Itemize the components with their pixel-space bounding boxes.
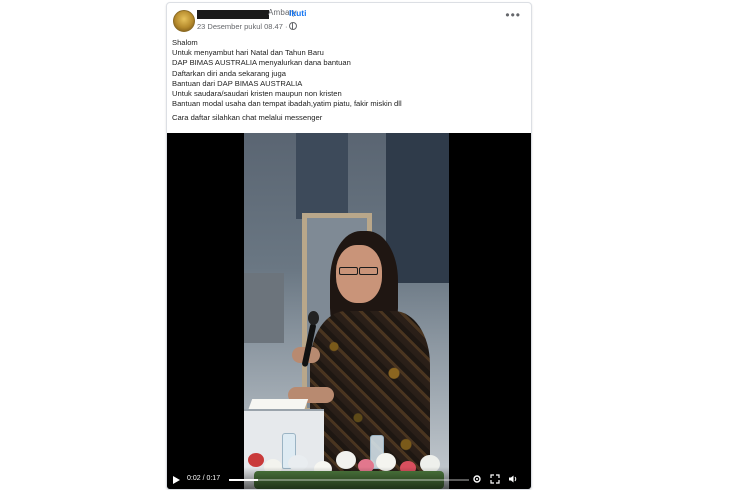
post-text-line: DAP BIMAS AUSTRALIA menyalurkan dana ban…: [172, 58, 351, 68]
post-timestamp[interactable]: 23 Desember pukul 08.47 ·: [197, 22, 298, 31]
video-time: 0:02 / 0:17: [187, 475, 221, 482]
post-text-line: Daftarkan diri anda sekarang juga: [172, 68, 286, 78]
fullscreen-icon[interactable]: [490, 474, 500, 484]
microphone-head: [308, 311, 319, 325]
video-frame: [244, 133, 449, 489]
wall-panel: [296, 133, 348, 219]
post-text-line: Untuk menyambut hari Natal dan Tahun Bar…: [172, 48, 324, 58]
glasses: [359, 267, 378, 275]
post-date-text[interactable]: 23 Desember pukul 08.47 ·: [197, 22, 287, 31]
post-text: Shalom Untuk menyambut hari Natal dan Ta…: [172, 38, 522, 124]
post-text-line: Untuk saudara/saudari kristen maupun non…: [172, 88, 342, 98]
post-header: Ambary Ikuti 23 Desember pukul 08.47 · •…: [167, 3, 531, 35]
author-name-redacted: [197, 10, 269, 19]
post-text-line: Shalom: [172, 38, 198, 47]
facebook-post-card: Ambary Ikuti 23 Desember pukul 08.47 · •…: [166, 2, 532, 490]
more-options-icon[interactable]: •••: [505, 9, 521, 21]
volume-icon[interactable]: [508, 474, 518, 484]
video-controls: 0:02 / 0:17: [167, 467, 531, 489]
video-progress-fill: [229, 479, 258, 481]
follow-button[interactable]: Ikuti: [289, 8, 306, 18]
post-text-line: Bantuan modal usaha dan tempat ibadah,ya…: [172, 99, 402, 109]
wall-screen: [244, 273, 284, 343]
author-avatar[interactable]: [173, 10, 195, 32]
video-progress-bar[interactable]: [229, 479, 469, 481]
video-player[interactable]: 0:02 / 0:17: [167, 133, 531, 489]
globe-icon: [289, 22, 298, 30]
settings-icon[interactable]: [472, 474, 482, 484]
glasses: [339, 267, 358, 275]
post-text-footer: Cara daftar silahkan chat melalui messen…: [172, 113, 323, 123]
play-icon[interactable]: [173, 476, 180, 484]
post-text-line: Bantuan dari DAP BIMAS AUSTRALIA: [172, 78, 303, 88]
